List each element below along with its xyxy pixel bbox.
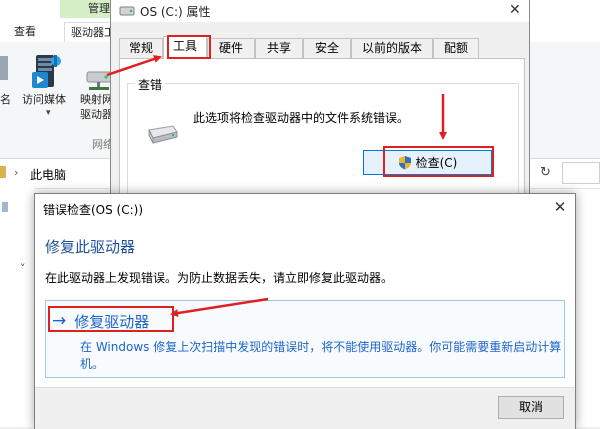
arrow-to-tools-tab — [106, 55, 162, 77]
annotation-arrows — [106, 55, 447, 318]
arrow-to-repair-link — [170, 297, 269, 318]
highlight-tools-tab — [167, 35, 211, 59]
